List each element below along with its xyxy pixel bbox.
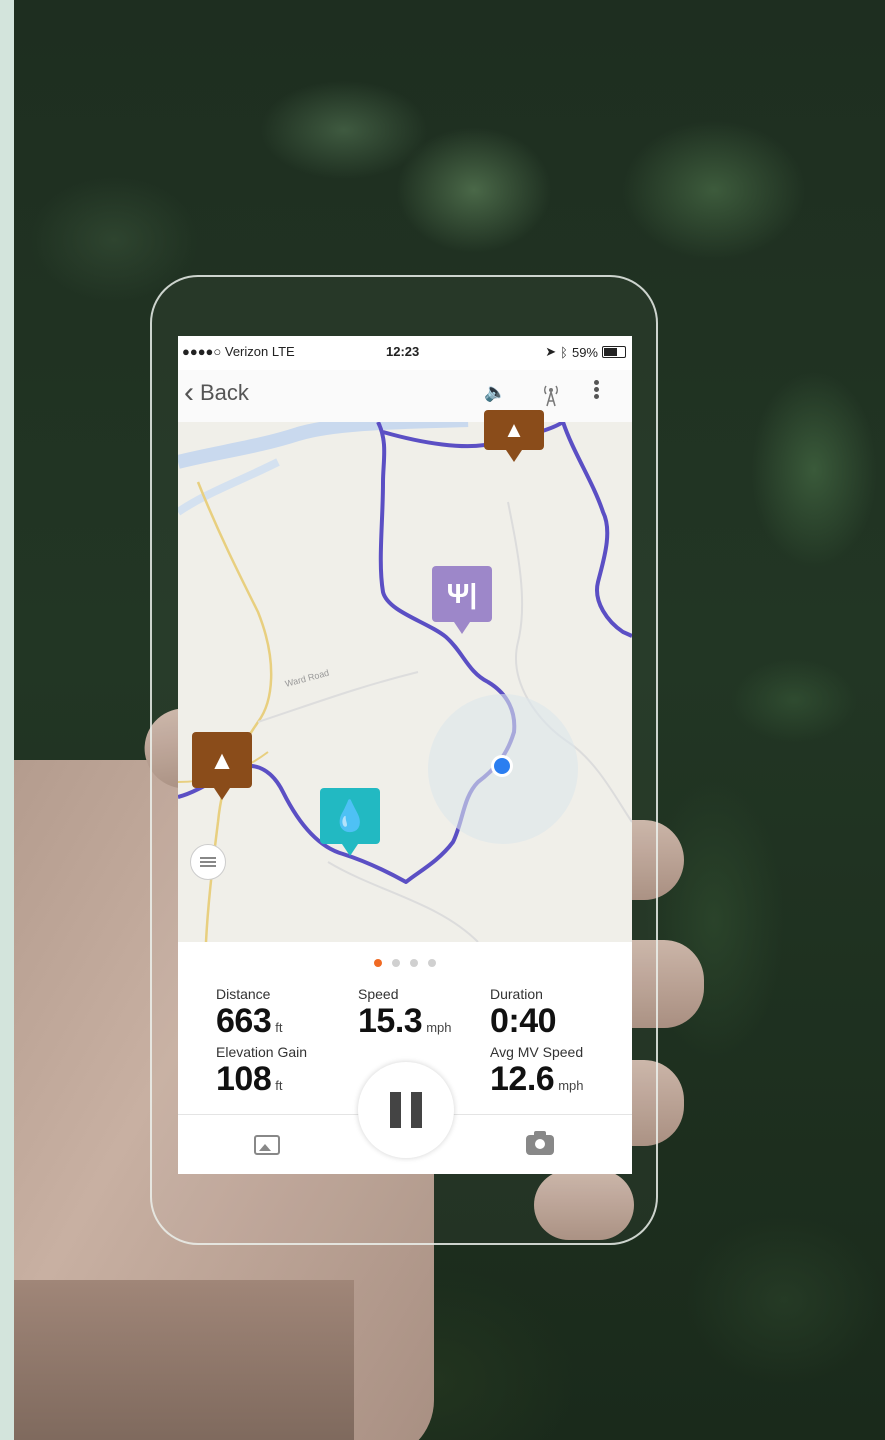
pause-button[interactable] xyxy=(358,1062,454,1158)
phone-screen: ●●●●○ Verizon LTE 12:23 ➤ ᛒ 59% ‹ Back 🔈 xyxy=(178,336,632,1174)
stat-elevation-gain: Elevation Gain 108 ft xyxy=(216,1044,307,1099)
tent-icon: ▲ xyxy=(209,744,235,775)
camera-icon[interactable] xyxy=(526,1131,554,1155)
page-dot xyxy=(410,959,418,967)
clock: 12:23 xyxy=(386,344,420,359)
stat-value: 108 xyxy=(216,1060,272,1098)
poi-campsite-marker[interactable]: ▲ xyxy=(484,410,544,462)
current-location-dot xyxy=(491,755,513,777)
layers-icon xyxy=(200,855,216,869)
stat-label: Speed xyxy=(358,986,399,1002)
carrier-label: ●●●●○ Verizon LTE xyxy=(182,344,295,359)
stat-avg-moving-speed: Avg MV Speed 12.6 mph xyxy=(490,1044,583,1099)
page-dot xyxy=(392,959,400,967)
status-icons: ➤ ᛒ 59% xyxy=(545,344,626,360)
stat-label: Distance xyxy=(216,986,271,1002)
stat-unit: mph xyxy=(558,1078,584,1093)
stat-value: 663 xyxy=(216,1002,272,1040)
map-view[interactable]: Ward Road ▲ Ψ| ▲ 💧 xyxy=(178,410,632,942)
nav-bar: ‹ Back 🔈 xyxy=(178,370,632,423)
battery-icon xyxy=(602,346,626,358)
stat-value: 0:40 xyxy=(490,1002,557,1040)
battery-percent: 59% xyxy=(571,344,598,360)
poi-campsite-marker[interactable]: ▲ xyxy=(192,732,252,800)
tent-icon: ▲ xyxy=(503,417,525,442)
page-indicator[interactable] xyxy=(178,954,632,972)
stat-speed: Speed 15.3 mph xyxy=(358,986,451,1041)
volume-icon[interactable]: 🔈 xyxy=(484,382,506,403)
status-bar: ●●●●○ Verizon LTE 12:23 ➤ ᛒ 59% xyxy=(178,336,632,370)
stat-label: Duration xyxy=(490,986,543,1002)
stat-unit: mph xyxy=(426,1020,452,1035)
stat-unit: ft xyxy=(275,1078,283,1093)
water-drop-icon: 💧 xyxy=(331,799,369,833)
signal-icon[interactable] xyxy=(540,382,562,413)
back-label: Back xyxy=(200,380,249,405)
poi-food-marker[interactable]: Ψ| xyxy=(432,566,492,634)
stat-value: 15.3 xyxy=(358,1002,423,1040)
poi-water-marker[interactable]: 💧 xyxy=(320,788,380,856)
pause-icon xyxy=(411,1092,422,1128)
stats-panel: Distance 663 ft Speed 15.3 mph Duration 0:… xyxy=(178,942,632,1174)
fork-knife-icon: Ψ| xyxy=(446,578,478,609)
page-dot xyxy=(428,959,436,967)
bluetooth-icon: ᛒ xyxy=(560,344,568,360)
pause-icon xyxy=(390,1092,401,1128)
location-arrow-icon: ➤ xyxy=(545,344,557,359)
left-border-strip xyxy=(0,0,14,1440)
stat-unit: ft xyxy=(275,1020,283,1035)
chevron-left-icon: ‹ xyxy=(184,376,194,409)
gallery-icon[interactable] xyxy=(254,1135,280,1155)
stat-label: Elevation Gain xyxy=(216,1044,308,1060)
more-icon[interactable] xyxy=(590,378,602,408)
map-layers-button[interactable] xyxy=(190,844,226,880)
stat-distance: Distance 663 ft xyxy=(216,986,282,1041)
page-dot-active xyxy=(374,959,382,967)
stat-label: Avg MV Speed xyxy=(490,1044,584,1060)
hand-wrist xyxy=(14,1280,354,1440)
stat-value: 12.6 xyxy=(490,1060,555,1098)
road-label: Ward Road xyxy=(284,668,330,689)
stat-duration: Duration 0:40 xyxy=(490,986,557,1041)
back-button[interactable]: ‹ Back xyxy=(184,376,249,409)
